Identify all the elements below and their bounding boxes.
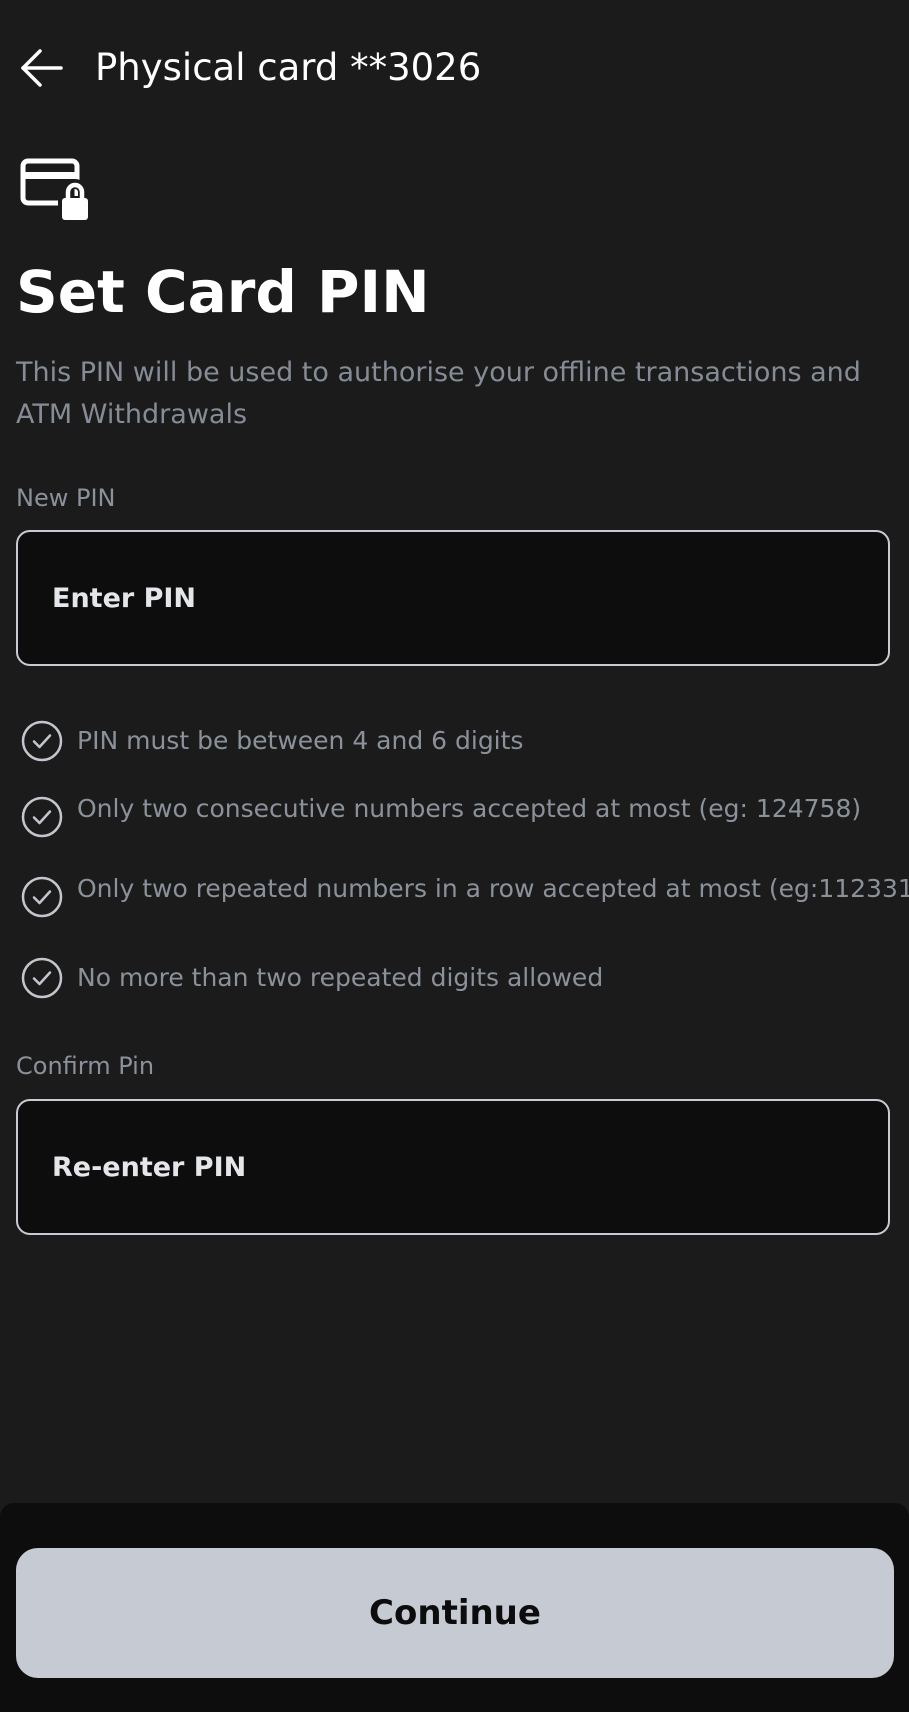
pin-rule-text: PIN must be between 4 and 6 digits [77,726,524,755]
header-title: Physical card **3026 [95,46,482,89]
new-pin-label: New PIN [16,484,116,512]
pin-rule-item: Only two repeated numbers in a row accep… [20,874,909,923]
page-subtitle: This PIN will be used to authorise your … [16,357,861,430]
page-title: Set Card PIN [16,258,430,326]
check-circle-icon [21,720,63,762]
confirm-pin-label: Confirm Pin [16,1052,155,1080]
pin-rule-item: PIN must be between 4 and 6 digits [20,719,900,767]
check-circle-icon [21,876,63,918]
app-header: Physical card **3026 [0,0,909,140]
back-button[interactable] [14,40,70,96]
pin-rule-item: No more than two repeated digits allowed [20,956,900,1004]
pin-rule-text: Only two consecutive numbers accepted at… [77,794,862,823]
continue-button[interactable]: Continue [16,1548,894,1678]
pin-rule-item: Only two consecutive numbers accepted at… [20,794,900,843]
confirm-pin-input[interactable] [18,1101,888,1233]
pin-rule-text: No more than two repeated digits allowed [77,963,604,992]
arrow-left-icon [21,49,63,87]
new-pin-field-container [16,530,890,666]
card-lock-icon [20,158,92,222]
check-circle-icon [21,796,63,838]
new-pin-input[interactable] [18,532,888,664]
check-circle-icon [21,957,63,999]
pin-rule-text: Only two repeated numbers in a row accep… [77,874,909,903]
confirm-pin-field-container [16,1099,890,1235]
